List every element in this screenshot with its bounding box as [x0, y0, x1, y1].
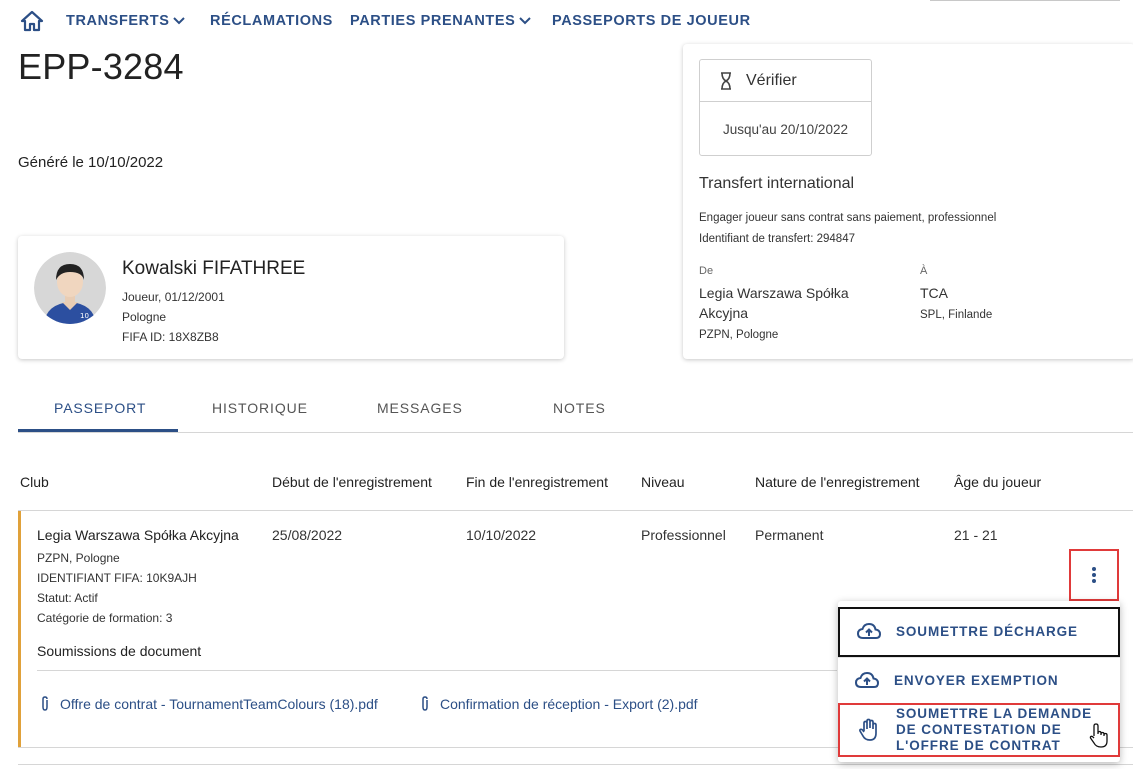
column-header-club: Club	[20, 474, 49, 490]
to-club: TCA	[920, 285, 948, 301]
transfer-description: Engager joueur sans contrat sans paiemen…	[699, 212, 997, 224]
status-header: Vérifier	[700, 60, 871, 102]
player-fifa-id: FIFA ID: 18X8ZB8	[122, 330, 219, 344]
row-actions-button[interactable]	[1069, 549, 1119, 601]
tab-messages[interactable]: MESSAGES	[377, 400, 463, 416]
row-status: Statut: Actif	[37, 591, 98, 605]
document-link[interactable]: Offre de contrat - TournamentTeamColours…	[40, 696, 378, 712]
cloud-upload-icon	[856, 622, 882, 639]
nav-parties-prenantes[interactable]: PARTIES PRENANTES	[350, 13, 532, 29]
page-title: EPP-3284	[18, 46, 184, 87]
active-tab-indicator	[18, 429, 178, 432]
chevron-down-icon	[519, 17, 532, 25]
actions-menu: SOUMETTRE DÉCHARGE ENVOYER EXEMPTION SOU…	[838, 601, 1120, 762]
top-nav: TRANSFERTS RÉCLAMATIONS PARTIES PRENANTE…	[0, 0, 1133, 40]
tab-bar: PASSEPORT HISTORIQUE MESSAGES NOTES	[18, 390, 1133, 433]
row-nature: Permanent	[755, 527, 824, 543]
to-association: SPL, Finlande	[920, 309, 993, 321]
row-end-date: 10/10/2022	[466, 527, 537, 543]
transfer-panel: Vérifier Jusqu'au 20/10/2022 Transfert i…	[683, 44, 1133, 359]
divider	[18, 510, 1133, 511]
hand-pointer-cursor-icon	[1089, 723, 1108, 748]
nav-label: TRANSFERTS	[66, 13, 170, 29]
nav-label: PASSEPORTS DE JOUEUR	[552, 13, 751, 29]
column-header-age: Âge du joueur	[954, 474, 1042, 490]
status-box: Vérifier Jusqu'au 20/10/2022	[699, 59, 872, 156]
tab-historique[interactable]: HISTORIQUE	[212, 400, 308, 416]
player-country: Pologne	[122, 310, 167, 324]
paperclip-icon	[42, 696, 48, 711]
divider	[18, 764, 1133, 765]
from-association: PZPN, Pologne	[699, 329, 779, 341]
divider	[37, 670, 837, 671]
transfer-title: Transfert international	[699, 175, 855, 192]
menu-item-contest-contract-offer[interactable]: SOUMETTRE LA DEMANDE DE CONTESTATION DE …	[838, 703, 1120, 757]
nav-transferts[interactable]: TRANSFERTS	[66, 13, 186, 29]
column-header-start: Début de l'enregistrement	[272, 474, 432, 490]
from-label: De	[699, 265, 714, 277]
tab-passeport[interactable]: PASSEPORT	[54, 400, 146, 416]
player-card: 10 Kowalski FIFATHREE Joueur, 01/12/2001…	[18, 236, 564, 359]
row-level: Professionnel	[641, 527, 726, 543]
row-age: 21 - 21	[954, 527, 998, 543]
status-deadline: Jusqu'au 20/10/2022	[723, 121, 848, 137]
nav-reclamations[interactable]: RÉCLAMATIONS	[210, 13, 333, 29]
row-club-association: PZPN, Pologne	[37, 551, 120, 565]
avatar: 10	[34, 252, 106, 324]
player-name: Kowalski FIFATHREE	[122, 258, 306, 279]
hand-stop-icon	[859, 718, 877, 741]
paperclip-icon	[422, 696, 428, 711]
menu-item-label: ENVOYER EXEMPTION	[894, 672, 1059, 688]
document-link[interactable]: Confirmation de réception - Export (2).p…	[420, 696, 698, 712]
to-label: À	[920, 265, 928, 277]
document-name: Offre de contrat - TournamentTeamColours…	[60, 696, 378, 712]
column-header-level: Niveau	[641, 474, 685, 490]
chevron-down-icon	[173, 17, 186, 25]
more-vertical-icon	[1092, 567, 1096, 583]
row-club-name: Legia Warszawa Spółka Akcyjna	[37, 527, 239, 543]
row-training-category: Catégorie de formation: 3	[37, 611, 173, 625]
column-header-nature: Nature de l'enregistrement	[755, 474, 920, 490]
from-club: Legia Warszawa Spółka Akcyjna	[699, 285, 849, 321]
tab-notes[interactable]: NOTES	[553, 400, 606, 416]
generated-date: Généré le 10/10/2022	[18, 154, 164, 171]
row-start-date: 25/08/2022	[272, 527, 343, 543]
menu-item-label: SOUMETTRE LA DEMANDE DE CONTESTATION DE …	[896, 706, 1092, 753]
transfer-id: Identifiant de transfert: 294847	[699, 233, 855, 245]
status-label: Vérifier	[746, 71, 797, 89]
nav-label: PARTIES PRENANTES	[350, 13, 516, 29]
nav-passeports[interactable]: PASSEPORTS DE JOUEUR	[552, 13, 751, 29]
hourglass-icon	[721, 71, 731, 90]
cloud-upload-icon	[854, 671, 880, 688]
column-header-end: Fin de l'enregistrement	[466, 474, 608, 490]
row-accent-bar	[18, 511, 21, 747]
row-club-fifa-id: IDENTIFIANT FIFA: 10K9AJH	[37, 571, 197, 585]
documents-heading: Soumissions de document	[37, 643, 202, 659]
player-role-dob: Joueur, 01/12/2001	[122, 290, 225, 304]
jersey-number: 10	[80, 312, 89, 320]
menu-item-submit-release[interactable]: SOUMETTRE DÉCHARGE	[838, 607, 1120, 657]
menu-item-send-exemption[interactable]: ENVOYER EXEMPTION	[838, 657, 1120, 703]
divider	[930, 0, 1120, 1]
home-icon[interactable]	[20, 10, 44, 32]
document-name: Confirmation de réception - Export (2).p…	[440, 696, 698, 712]
menu-item-label: SOUMETTRE DÉCHARGE	[896, 624, 1078, 639]
nav-label: RÉCLAMATIONS	[210, 13, 333, 29]
